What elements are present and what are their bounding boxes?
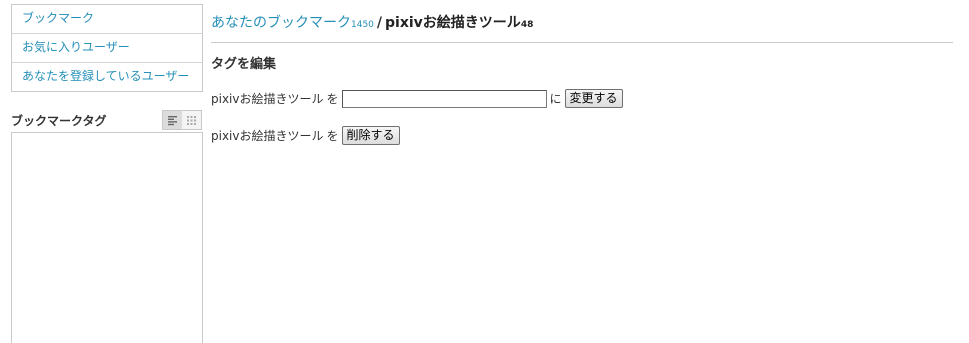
bookmark-tags-header: ブックマークタグ [11,110,203,130]
sidebar-item-bookmarks[interactable]: ブックマーク [12,5,202,34]
breadcrumb: あなたのブックマーク1450/pixivお絵描きツール48 [211,12,533,32]
list-view-button[interactable] [163,111,182,129]
sidebar: ブックマーク お気に入りユーザー あなたを登録しているユーザー ブックマークタグ [11,4,203,343]
rename-tag-form: pixivお絵描きツール を に 変更する [211,89,623,108]
delete-tag-button[interactable]: 削除する [341,126,400,145]
bookmark-tags-list [11,132,203,343]
list-view-icon [168,115,177,125]
sidebar-nav: ブックマーク お気に入りユーザー あなたを登録しているユーザー [11,4,203,92]
bookmark-tags-title: ブックマークタグ [11,114,107,128]
rename-particle-ni: に [549,92,562,106]
breadcrumb-separator: / [376,15,383,31]
rename-tag-button[interactable]: 変更する [564,89,623,108]
grid-view-button[interactable] [182,111,201,129]
delete-tag-form: pixivお絵描きツール を 削除する [211,126,400,145]
tag-count: 48 [520,20,534,30]
delete-tag-label: pixivお絵描きツール [211,129,324,143]
page-title: タグを編集 [211,57,277,72]
delete-particle-wo: を [326,129,339,143]
grid-view-icon [187,115,196,125]
breadcrumb-bookmarks-link[interactable]: あなたのブックマーク1450 [211,15,374,31]
sidebar-item-followers[interactable]: あなたを登録しているユーザー [12,63,202,91]
breadcrumb-current-tag: pixivお絵描きツール48 [385,15,534,31]
rename-tag-label: pixivお絵描きツール [211,92,324,106]
header-divider [211,42,953,43]
tag-view-toggle [162,110,202,130]
rename-particle-wo: を [326,92,339,106]
bookmark-count: 1450 [351,20,374,30]
new-tag-name-input[interactable] [341,89,547,108]
sidebar-item-favorite-users[interactable]: お気に入りユーザー [12,34,202,63]
